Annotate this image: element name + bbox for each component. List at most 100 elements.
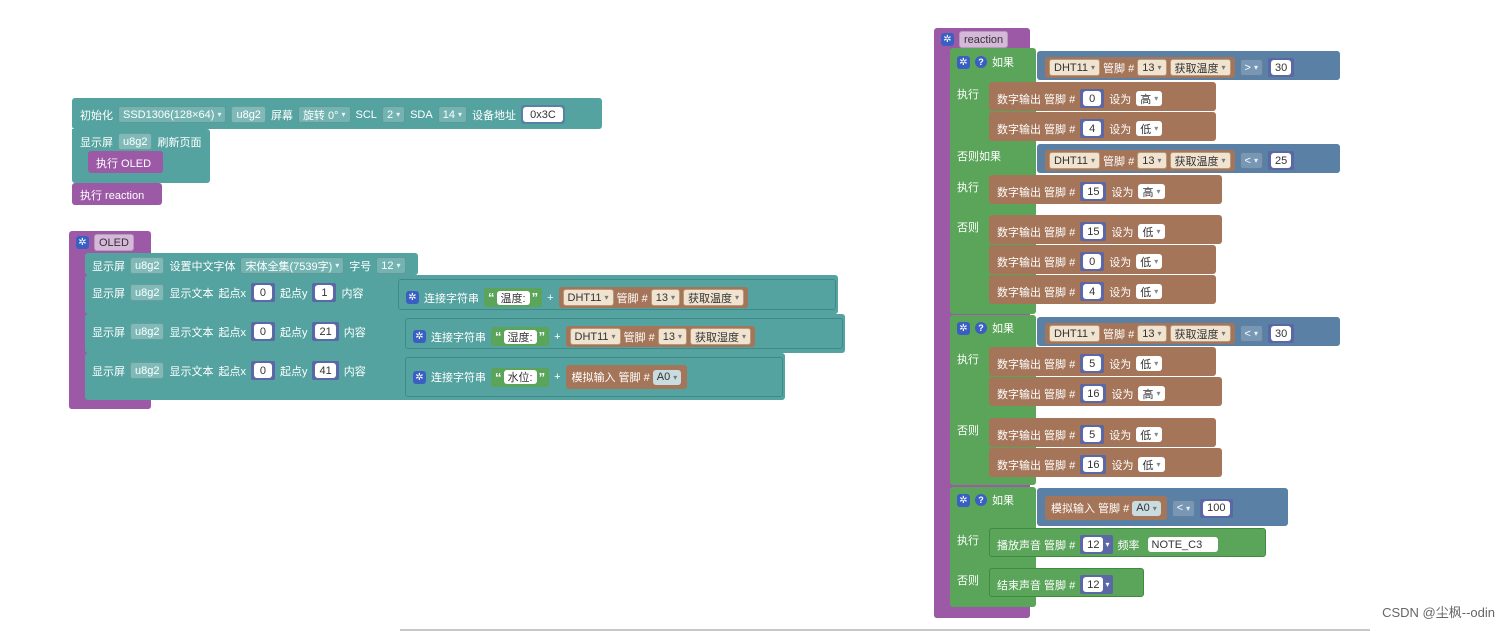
gear-icon[interactable]: ✲ (413, 330, 426, 343)
x-input[interactable]: 0 (253, 285, 272, 300)
sensor-dropdown[interactable]: DHT11 ▾ (569, 328, 621, 345)
string-value[interactable]: 水位: (503, 370, 537, 384)
exec-label: 执行 (957, 535, 979, 547)
show-text-label: 显示文本 (169, 287, 214, 300)
compare-value[interactable]: 30 (1270, 60, 1292, 75)
string-value[interactable]: 湿度: (503, 329, 537, 344)
op-dropdown[interactable]: 获取温度 ▾ (683, 289, 745, 306)
gear-icon[interactable]: ✲ (406, 291, 419, 304)
else2-label-row: 否则 (957, 422, 979, 438)
pin-input[interactable]: 5 (1083, 427, 1102, 442)
compare-op-dropdown[interactable]: < ▾ (1239, 152, 1263, 169)
gear-icon[interactable]: ✲ (957, 493, 970, 507)
pin-input[interactable]: 16 (1083, 386, 1104, 401)
display-label: 显示屏 (92, 326, 125, 339)
level-dropdown[interactable]: 低 ▾ (1138, 224, 1165, 239)
y-input[interactable]: 41 (315, 363, 336, 378)
level-dropdown[interactable]: 低 ▾ (1136, 121, 1163, 136)
help-icon[interactable]: ? (975, 322, 987, 334)
if-label: 如果 (992, 323, 1014, 335)
level-dropdown[interactable]: 高 ▾ (1136, 91, 1163, 106)
string-block[interactable]: “水位:” (491, 367, 550, 387)
help-icon[interactable]: ? (975, 494, 987, 506)
set-label: 设为 (1111, 459, 1134, 472)
pin-label: 管脚 # (623, 331, 655, 344)
y-input[interactable]: 21 (315, 324, 336, 339)
compare-value[interactable]: 30 (1270, 326, 1292, 341)
compare-op-dropdown[interactable]: > ▾ (1239, 59, 1263, 76)
analog-block[interactable]: 模拟输入 管脚 # A0 ▾ (1045, 496, 1167, 520)
note-input[interactable]: NOTE_C3 (1147, 537, 1218, 552)
pin-dropdown[interactable]: 12 (1083, 537, 1104, 552)
gear-icon[interactable]: ✲ (957, 55, 970, 69)
dht-block[interactable]: DHT11 ▾ 管脚 # 13 ▾ 获取湿度 ▾ (565, 326, 756, 347)
pin-input[interactable]: 15 (1083, 184, 1104, 199)
size-dropdown[interactable]: 12 ▾ (376, 257, 406, 274)
pin-dropdown[interactable]: 13 ▾ (1137, 59, 1167, 76)
string-value[interactable]: 温度: (496, 290, 530, 305)
pin-input[interactable]: 15 (1083, 224, 1104, 239)
compare-value[interactable]: 100 (1203, 500, 1230, 516)
analog-block[interactable]: 模拟输入 管脚 # A0 ▾ (565, 365, 688, 389)
concat-label: 连接字符串 (431, 331, 486, 344)
pin-input[interactable]: 16 (1083, 457, 1104, 472)
op-dropdown[interactable]: 获取温度 ▾ (1169, 152, 1231, 169)
pin-input[interactable]: 5 (1083, 356, 1102, 371)
dht-block[interactable]: DHT11 ▾ 管脚 # 13 ▾ 获取温度 ▾ (1045, 150, 1235, 171)
level-dropdown[interactable]: 低 ▾ (1136, 284, 1163, 299)
x-input[interactable]: 0 (253, 363, 272, 378)
level-dropdown[interactable]: 低 ▾ (1138, 457, 1165, 472)
pin-input[interactable]: 0 (1083, 91, 1102, 106)
op-dropdown[interactable]: 获取温度 ▾ (1169, 59, 1231, 76)
pin-dropdown[interactable]: 13 ▾ (1137, 325, 1167, 342)
compare-op-dropdown[interactable]: < ▾ (1239, 325, 1263, 342)
gear-icon[interactable]: ✲ (941, 33, 954, 46)
pin-dropdown[interactable]: 13 ▾ (1137, 152, 1167, 169)
level-dropdown[interactable]: 低 ▾ (1136, 254, 1163, 269)
string-block[interactable]: “温度:” (484, 288, 543, 307)
dht-block[interactable]: DHT11 ▾ 管脚 # 13 ▾ 获取湿度 ▾ (1045, 323, 1235, 344)
display-dropdown[interactable]: SSD1306(128×64) ▾ (118, 106, 227, 123)
set-label: 设为 (1109, 93, 1132, 106)
op-dropdown[interactable]: 获取湿度 ▾ (690, 328, 752, 345)
sensor-dropdown[interactable]: DHT11 ▾ (1049, 59, 1101, 76)
pin-input[interactable]: 4 (1083, 284, 1102, 299)
compare-value[interactable]: 25 (1270, 153, 1292, 168)
level-dropdown[interactable]: 高 ▾ (1138, 386, 1165, 401)
set-label: 设为 (1111, 226, 1134, 239)
reaction-func-name[interactable]: reaction (959, 31, 1009, 48)
gear-icon[interactable]: ✲ (957, 321, 970, 335)
analog-pin-dropdown[interactable]: A0 ▾ (1132, 500, 1161, 516)
op-dropdown[interactable]: 获取湿度 ▾ (1169, 325, 1231, 342)
sda-dropdown[interactable]: 14 ▾ (437, 106, 467, 123)
dout-label: 数字输出 管脚 # (997, 256, 1076, 269)
level-dropdown[interactable]: 低 ▾ (1136, 356, 1163, 371)
help-icon[interactable]: ? (975, 56, 987, 68)
pin-input[interactable]: 4 (1083, 121, 1102, 136)
rotation-dropdown[interactable]: 旋转 0° ▾ (297, 106, 351, 123)
addr-input[interactable]: 0x3C (522, 107, 563, 122)
pin-dropdown[interactable]: 13 ▾ (657, 328, 687, 345)
exec4-label-row: 执行 (957, 532, 979, 548)
scl-dropdown[interactable]: 2 ▾ (381, 106, 406, 123)
sensor-dropdown[interactable]: DHT11 ▾ (1049, 152, 1101, 169)
if-label: 如果 (992, 495, 1014, 507)
string-block[interactable]: “湿度:” (491, 327, 550, 346)
pin-input[interactable]: 0 (1083, 254, 1102, 269)
sensor-dropdown[interactable]: DHT11 ▾ (562, 289, 614, 306)
level-dropdown[interactable]: 低 ▾ (1136, 427, 1163, 442)
oled-func-name[interactable]: OLED (94, 234, 134, 251)
sensor-dropdown[interactable]: DHT11 ▾ (1049, 325, 1101, 342)
analog-pin-dropdown[interactable]: A0 ▾ (652, 369, 682, 385)
pin-dropdown[interactable]: 12 (1083, 577, 1104, 592)
dht-block[interactable]: DHT11 ▾ 管脚 # 13 ▾ 获取温度 ▾ (558, 287, 749, 308)
pin-dropdown[interactable]: 13 ▾ (650, 289, 680, 306)
compare-op-dropdown[interactable]: < ▾ (1171, 499, 1196, 517)
x-input[interactable]: 0 (253, 324, 272, 339)
font-dropdown[interactable]: 宋体全集(7539字) ▾ (240, 257, 345, 274)
gear-icon[interactable]: ✲ (413, 370, 426, 384)
level-dropdown[interactable]: 高 ▾ (1138, 184, 1165, 199)
dht-block[interactable]: DHT11 ▾ 管脚 # 13 ▾ 获取温度 ▾ (1045, 57, 1235, 78)
gear-icon[interactable]: ✲ (76, 236, 89, 249)
y-input[interactable]: 1 (315, 285, 334, 300)
